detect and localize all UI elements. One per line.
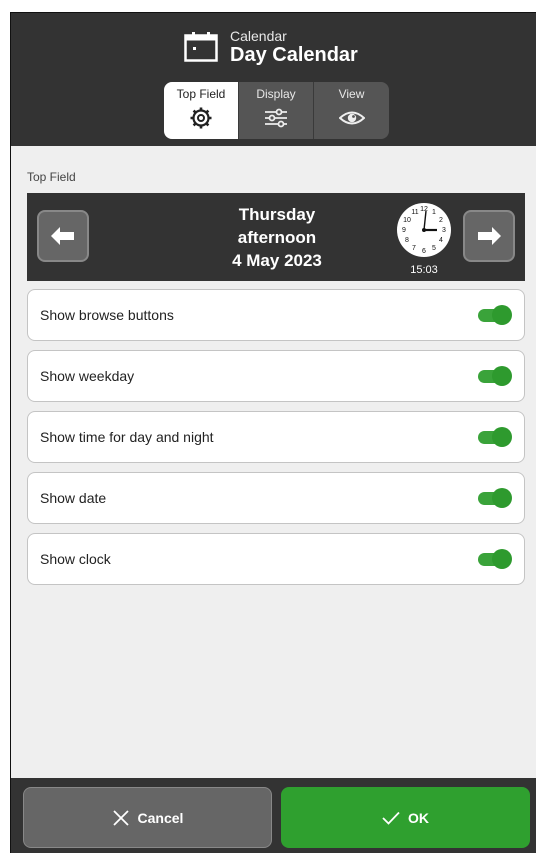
- tab-label: View: [338, 87, 365, 101]
- option-label: Show browse buttons: [40, 307, 174, 323]
- eye-icon: [338, 111, 365, 125]
- gear-icon: [190, 107, 212, 129]
- header: Calendar Day Calendar Top Field Display …: [11, 13, 536, 146]
- option-row-clock[interactable]: Show clock: [27, 533, 525, 585]
- time-of-day-text: afternoon: [237, 228, 317, 247]
- svg-text:9: 9: [402, 227, 406, 234]
- option-row-weekday[interactable]: Show weekday: [27, 350, 525, 402]
- app-subtitle: Calendar: [230, 28, 287, 44]
- svg-text:8: 8: [405, 237, 409, 244]
- svg-text:11: 11: [411, 209, 418, 216]
- option-row-date[interactable]: Show date: [27, 472, 525, 524]
- app-window: Calendar Day Calendar Top Field Display …: [10, 12, 536, 853]
- checkmark-icon: [382, 811, 400, 825]
- svg-text:3: 3: [442, 227, 446, 234]
- date-text: 4 May 2023: [232, 251, 322, 270]
- option-label: Show clock: [40, 551, 111, 567]
- arrow-right-icon: [478, 227, 501, 245]
- tab-view[interactable]: View: [314, 82, 389, 139]
- weekday-text: Thursday: [238, 205, 316, 224]
- svg-text:10: 10: [403, 217, 411, 224]
- toggle-switch[interactable]: [478, 305, 512, 325]
- arrow-left-icon: [51, 227, 74, 245]
- toggle-switch[interactable]: [478, 366, 512, 386]
- date-display: Thursday afternoon 4 May 2023: [167, 203, 387, 272]
- option-label: Show date: [40, 490, 107, 506]
- option-row-time-day-night[interactable]: Show time for day and night: [27, 411, 525, 463]
- option-label: Show weekday: [40, 368, 135, 384]
- ok-label: OK: [408, 809, 429, 826]
- tab-label: Top Field: [176, 87, 226, 101]
- browse-forward-button[interactable]: [463, 210, 515, 262]
- sliders-icon: [265, 108, 287, 128]
- top-field-preview: Thursday afternoon 4 May 2023 12 1 2 3 4…: [27, 193, 525, 281]
- svg-text:1: 1: [432, 209, 436, 216]
- svg-text:7: 7: [412, 245, 416, 252]
- ok-button[interactable]: OK: [281, 787, 530, 848]
- toggle-switch[interactable]: [478, 549, 512, 569]
- option-label: Show time for day and night: [40, 429, 214, 445]
- toggle-switch[interactable]: [478, 488, 512, 508]
- toggle-switch[interactable]: [478, 427, 512, 447]
- cancel-label: Cancel: [137, 809, 184, 826]
- tab-display[interactable]: Display: [239, 82, 314, 139]
- page-title: Day Calendar: [230, 44, 358, 66]
- tab-top-field[interactable]: Top Field: [164, 82, 239, 139]
- svg-text:12: 12: [420, 206, 428, 213]
- title-block: Calendar Day Calendar: [184, 27, 358, 67]
- svg-text:4: 4: [439, 237, 443, 244]
- cancel-button[interactable]: Cancel: [23, 787, 272, 848]
- section-label: Top Field: [27, 170, 76, 184]
- close-icon: [112, 809, 129, 826]
- svg-text:2: 2: [439, 217, 443, 224]
- tab-bar: Top Field Display View: [164, 82, 389, 139]
- svg-text:5: 5: [432, 245, 436, 252]
- browse-back-button[interactable]: [37, 210, 89, 262]
- clock-time: 15:03: [410, 264, 438, 276]
- footer-bar: Cancel OK: [11, 778, 536, 853]
- clock: 12 1 2 3 4 5 6 7 8 9 10 11 15:03: [395, 201, 453, 276]
- calendar-icon: [184, 32, 218, 62]
- option-row-browse-buttons[interactable]: Show browse buttons: [27, 289, 525, 341]
- analog-clock-icon: 12 1 2 3 4 5 6 7 8 9 10 11: [397, 203, 451, 257]
- svg-text:6: 6: [422, 248, 426, 255]
- tab-label: Display: [256, 87, 296, 101]
